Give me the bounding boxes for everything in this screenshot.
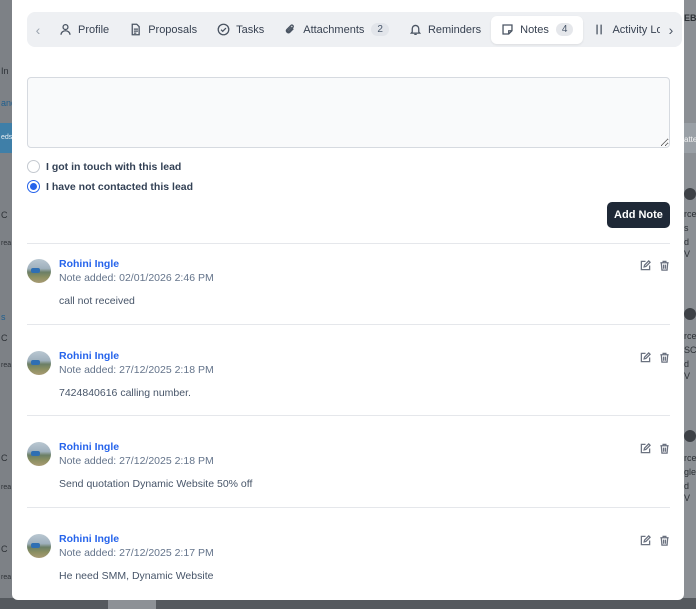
edit-icon[interactable] [640, 352, 651, 363]
note-text: He need SMM, Dynamic Website [59, 570, 214, 582]
note-meta: Note added: 02/01/2026 2:46 PM [59, 272, 214, 284]
note-text: Send quotation Dynamic Website 50% off [59, 478, 253, 490]
note-meta: Note added: 27/12/2025 2:18 PM [59, 364, 214, 376]
background-fragment: In [1, 66, 9, 76]
background-fragment: C [1, 210, 8, 220]
background-fragment: rea [1, 484, 12, 491]
tab-profile[interactable]: Profile [49, 16, 119, 44]
background-fragment: s [1, 312, 6, 322]
background-fragment: C [1, 333, 8, 343]
divider [27, 507, 670, 508]
radio-not-contacted-label: I have not contacted this lead [46, 180, 194, 193]
tab-label: Activity Lo [612, 23, 663, 36]
background-fragment: C [1, 544, 8, 554]
note-actions [640, 352, 670, 363]
avatar [27, 442, 51, 466]
avatar [27, 259, 51, 283]
trash-icon[interactable] [659, 535, 670, 546]
background-left-strip [0, 0, 12, 600]
background-fragment: rea [1, 240, 12, 247]
note-actions [640, 260, 670, 271]
tabs-next-arrow[interactable]: › [660, 12, 682, 47]
background-fragment: d V [684, 481, 691, 503]
trash-icon[interactable] [659, 260, 670, 271]
activity-icon [596, 24, 603, 35]
radio-contacted-row[interactable]: I got in touch with this lead [27, 160, 181, 173]
background-fragment: d V [684, 359, 691, 381]
background-avatar [684, 308, 696, 320]
avatar [27, 351, 51, 375]
tabs-prev-arrow[interactable]: ‹ [27, 12, 49, 47]
lead-modal: ‹ Profile Proposals Tasks Attachments 2 … [12, 0, 684, 600]
tab-label: Tasks [236, 23, 265, 36]
note-meta: Note added: 27/12/2025 2:17 PM [59, 547, 214, 559]
note-author[interactable]: Rohini Ingle [59, 533, 119, 545]
note-icon [502, 24, 513, 35]
trash-icon[interactable] [659, 443, 670, 454]
tab-label: Reminders [427, 23, 482, 36]
note-text: 7424840616 calling number. [59, 387, 191, 399]
background-fragment: atte [684, 135, 696, 144]
background-fragment: C [1, 453, 8, 463]
note-actions [640, 535, 670, 546]
tab-proposals[interactable]: Proposals [119, 16, 207, 44]
note-text: call not received [59, 295, 135, 307]
radio-not-contacted[interactable] [27, 180, 40, 193]
bell-icon [409, 24, 422, 36]
note-item: Rohini Ingle Note added: 27/12/2025 2:18… [27, 336, 670, 416]
note-item: Rohini Ingle Note added: 27/12/2025 2:17… [27, 519, 670, 599]
background-fragment: s [684, 223, 689, 233]
divider [27, 415, 670, 416]
tab-tasks[interactable]: Tasks [207, 16, 274, 44]
background-fragment: rce [684, 453, 696, 463]
radio-contacted-label: I got in touch with this lead [46, 160, 182, 173]
document-icon [131, 23, 140, 36]
edit-icon[interactable] [640, 535, 651, 546]
note-actions [640, 443, 670, 454]
tab-label: Attachments [303, 23, 365, 36]
background-avatar [684, 188, 696, 200]
background-fragment: rea [1, 574, 12, 581]
background-fragment: d V [684, 237, 691, 259]
trash-icon[interactable] [659, 352, 670, 363]
tab-bar: ‹ Profile Proposals Tasks Attachments 2 … [27, 12, 682, 47]
tab-notes[interactable]: Notes 4 [491, 15, 584, 44]
note-meta: Note added: 27/12/2025 2:18 PM [59, 455, 214, 467]
background-fragment: gle [684, 467, 696, 477]
avatar [27, 534, 51, 558]
tab-reminders[interactable]: Reminders [399, 16, 491, 44]
tab-attachments[interactable]: Attachments 2 [274, 16, 399, 44]
note-author[interactable]: Rohini Ingle [59, 441, 119, 453]
background-fragment: eds [1, 134, 13, 141]
note-author[interactable]: Rohini Ingle [59, 350, 119, 362]
background-avatar [684, 430, 696, 442]
edit-icon[interactable] [640, 443, 651, 454]
note-item: Rohini Ingle Note added: 27/12/2025 2:18… [27, 427, 670, 507]
note-author[interactable]: Rohini Ingle [59, 258, 119, 270]
radio-not-contacted-row[interactable]: I have not contacted this lead [27, 180, 193, 193]
background-fragment: rea [1, 362, 12, 369]
paperclip-icon [286, 24, 295, 34]
tab-label: Proposals [148, 23, 198, 36]
edit-icon[interactable] [640, 260, 651, 271]
radio-contacted[interactable] [27, 160, 40, 173]
tab-label: Profile [78, 23, 110, 36]
background-fragment: rce [684, 209, 696, 219]
note-item: Rohini Ingle Note added: 02/01/2026 2:46… [27, 244, 670, 324]
tab-label: Notes [520, 23, 549, 36]
count-badge: 4 [555, 23, 574, 36]
background-fragment: EB [684, 13, 696, 23]
background-fragment: SC [684, 345, 696, 355]
background-fragment: rce [684, 331, 696, 341]
user-icon [60, 23, 71, 35]
note-textarea[interactable] [27, 77, 670, 148]
add-note-button[interactable]: Add Note [607, 202, 670, 228]
divider [27, 324, 670, 325]
count-badge: 2 [371, 23, 389, 36]
check-circle-icon [217, 23, 230, 36]
